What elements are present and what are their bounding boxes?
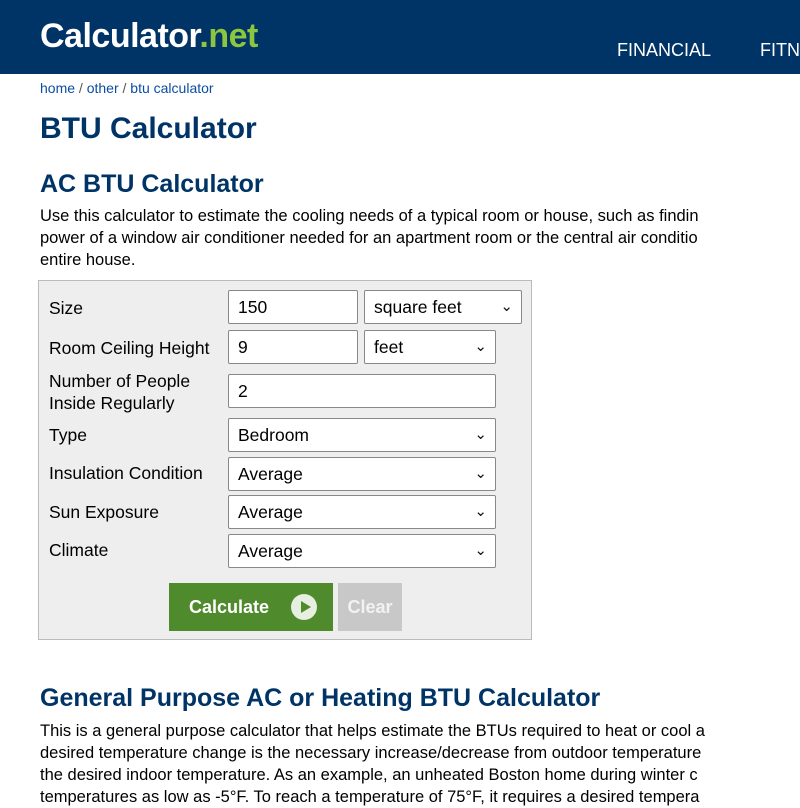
size-label: Size [49,298,84,318]
climate-label: Climate [49,540,109,560]
top-header: Calculator.net FINANCIAL FITN [0,0,800,74]
chevron-down-icon: ⌄ [474,542,487,559]
breadcrumb-separator: / [75,80,87,96]
chevron-down-icon: ⌄ [474,338,487,355]
intro-line: power of a window air conditioner needed… [40,229,698,247]
intro-line: Use this calculator to estimate the cool… [40,207,699,225]
insulation-label: Insulation Condition [49,463,203,483]
people-label-line: Number of People [49,371,191,391]
chevron-down-icon: ⌄ [474,465,487,482]
climate-select[interactable]: Average ⌄ [228,534,496,568]
calculate-button[interactable]: Calculate [169,583,333,631]
nav-fitness[interactable]: FITN [760,38,800,62]
climate-value: Average [238,541,303,561]
general-body-text: This is a general purpose calculator tha… [40,720,705,808]
people-input[interactable]: 2 [228,374,496,408]
sun-exposure-label: Sun Exposure [49,502,159,522]
breadcrumb-current[interactable]: btu calculator [130,80,213,96]
body-line: desired temperature change is the necess… [40,744,702,762]
insulation-value: Average [238,464,303,484]
breadcrumb-other[interactable]: other [87,80,119,96]
body-line: temperatures as low as -5°F. To reach a … [40,788,700,806]
play-icon [291,594,317,620]
ceiling-unit-select[interactable]: feet ⌄ [364,330,496,364]
breadcrumb: home / other / btu calculator [40,80,214,96]
people-label: Number of People Inside Regularly [49,370,190,414]
clear-button[interactable]: Clear [338,583,402,631]
insulation-select[interactable]: Average ⌄ [228,457,496,491]
site-logo[interactable]: Calculator.net [40,16,258,56]
sun-exposure-select[interactable]: Average ⌄ [228,495,496,529]
breadcrumb-separator: / [118,80,131,96]
breadcrumb-home[interactable]: home [40,80,75,96]
calculate-label: Calculate [189,597,270,617]
ceiling-height-input[interactable]: 9 [228,330,358,364]
nav-financial[interactable]: FINANCIAL [617,38,711,62]
ceiling-label: Room Ceiling Height [49,338,210,358]
intro-line: entire house. [40,251,136,269]
logo-text-main: Calculator [40,17,200,55]
size-unit-value: square feet [374,297,462,317]
ceiling-unit-value: feet [374,337,404,357]
logo-dot: . [199,17,209,55]
ac-section-title: AC BTU Calculator [40,170,264,198]
type-label: Type [49,425,87,445]
people-label-line: Inside Regularly [49,393,175,413]
chevron-down-icon: ⌄ [500,298,513,315]
type-select[interactable]: Bedroom ⌄ [228,418,496,452]
size-unit-select[interactable]: square feet ⌄ [364,290,522,324]
size-input[interactable]: 150 [228,290,358,324]
chevron-down-icon: ⌄ [474,426,487,443]
sun-exposure-value: Average [238,502,303,522]
general-section-title: General Purpose AC or Heating BTU Calcul… [40,684,601,712]
chevron-down-icon: ⌄ [474,503,487,520]
body-line: the desired indoor temperature. As an ex… [40,766,698,784]
ac-intro-text: Use this calculator to estimate the cool… [40,205,699,271]
page-title: BTU Calculator [40,112,257,145]
body-line: This is a general purpose calculator tha… [40,722,705,740]
type-value: Bedroom [238,425,310,445]
logo-text-net: net [208,17,258,55]
